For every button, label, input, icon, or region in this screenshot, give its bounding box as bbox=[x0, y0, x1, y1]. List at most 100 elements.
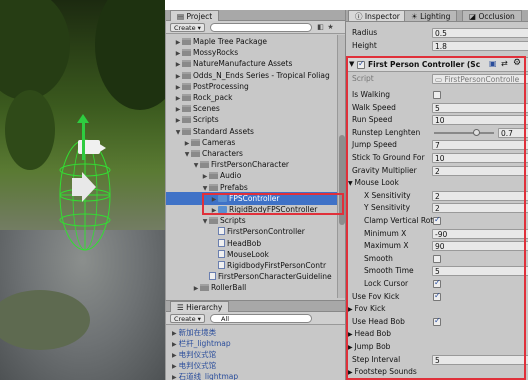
field-label: Clamp Vertical Rot bbox=[364, 214, 433, 227]
project-item-label: Audio bbox=[220, 171, 242, 181]
filter-type-icon[interactable]: ◧ bbox=[316, 23, 325, 32]
expand-arrow-right-icon[interactable]: ▶ bbox=[172, 374, 177, 380]
field-label: Maximum X bbox=[364, 239, 408, 252]
checkbox[interactable] bbox=[433, 215, 441, 225]
field-label-text: Smooth Time bbox=[364, 266, 414, 276]
project-toolbar: Create ▾ 🔍︎ ◧ ★ bbox=[166, 21, 345, 34]
field-label-text: Step Interval bbox=[352, 354, 401, 364]
create-label: Create bbox=[174, 24, 196, 32]
tab-hierarchy[interactable]: ☰ Hierarchy bbox=[170, 301, 230, 312]
project-item-label: FirstPersonCharacter bbox=[211, 160, 290, 170]
scene-view[interactable] bbox=[0, 0, 165, 380]
field-label: Stick To Ground For bbox=[352, 151, 425, 164]
hierarchy-item[interactable]: ▶ 电判仪式馆 bbox=[172, 349, 216, 360]
slider-knob[interactable] bbox=[473, 128, 480, 136]
info-icon: ⓘ bbox=[355, 12, 365, 21]
field-label-text: X Sensitivity bbox=[364, 190, 411, 200]
tab-lighting-label: Lighting bbox=[420, 12, 451, 21]
expand-arrow-right-icon[interactable]: ▶ bbox=[192, 282, 200, 295]
tab-inspector[interactable]: ⓘ Inspector bbox=[348, 10, 407, 21]
slider-value-field[interactable]: 0.7 bbox=[498, 127, 528, 138]
number-field[interactable]: 2 bbox=[432, 190, 528, 201]
folder-icon bbox=[200, 161, 209, 169]
hierarchy-item[interactable]: ▶ 石道线_lightmap bbox=[172, 371, 238, 380]
field-label: Y Sensitivity bbox=[364, 201, 410, 214]
hierarchy-item[interactable]: ▶ 新加在境类 bbox=[172, 327, 216, 338]
expand-arrow-right-icon[interactable]: ▶ bbox=[172, 363, 177, 370]
field-label-text: Walk Speed bbox=[352, 102, 396, 112]
field-label[interactable]: ▼ Mouse Look bbox=[348, 176, 399, 189]
checkbox[interactable] bbox=[433, 278, 441, 288]
checkbox[interactable] bbox=[433, 254, 441, 263]
expand-arrow-right-icon[interactable]: ▶ bbox=[172, 352, 177, 359]
field-label[interactable]: ▶ Fov Kick bbox=[348, 302, 385, 315]
folder-icon bbox=[182, 71, 191, 79]
component-enabled-checkbox[interactable] bbox=[357, 59, 365, 69]
hierarchy-search-input[interactable]: All bbox=[210, 314, 312, 323]
project-item-label: FirstPersonCharacterGuideline bbox=[218, 272, 332, 282]
star-icon[interactable]: ★ bbox=[326, 23, 335, 32]
field-label-text: Runstep Lenghten bbox=[352, 127, 421, 137]
number-field[interactable]: 90 bbox=[432, 241, 528, 252]
expand-arrow-right-icon[interactable]: ▶ bbox=[172, 341, 177, 348]
number-field[interactable]: 5 bbox=[432, 266, 528, 277]
project-item[interactable]: ▶ RollerBall bbox=[166, 281, 338, 294]
field-label: Use Fov Kick bbox=[352, 290, 399, 303]
create-dropdown-button[interactable]: Create ▾ bbox=[170, 23, 205, 32]
expand-arrow-right-icon[interactable]: ▶ bbox=[172, 330, 177, 337]
number-field[interactable]: 2 bbox=[432, 165, 528, 176]
project-scrollbar[interactable] bbox=[337, 35, 345, 298]
hierarchy-item[interactable]: ▶ 栏杆_lightmap bbox=[172, 338, 231, 349]
project-item-label: RollerBall bbox=[211, 283, 247, 293]
folder-icon bbox=[182, 82, 191, 90]
folder-icon bbox=[182, 116, 191, 124]
hierarchy-item[interactable]: ▶ 电判仪式馆 bbox=[172, 360, 216, 371]
move-gizmo-y-axis[interactable] bbox=[82, 120, 85, 160]
create-label: Create bbox=[174, 315, 196, 323]
checkbox[interactable] bbox=[433, 91, 441, 99]
number-field[interactable]: 2 bbox=[432, 203, 528, 214]
inspector-panel: ⓘ Inspector ☀ Lighting ◪ Occlusion Radiu… bbox=[345, 10, 528, 380]
height-field[interactable]: 1.8 bbox=[432, 41, 528, 51]
move-gizmo-arrowhead[interactable] bbox=[77, 114, 89, 123]
field-label-text: Jump Bob bbox=[354, 342, 391, 351]
number-field[interactable]: 5 bbox=[432, 102, 528, 113]
tab-occlusion[interactable]: ◪ Occlusion bbox=[462, 10, 522, 21]
project-item-label: FirstPersonController bbox=[227, 227, 305, 237]
number-field[interactable]: 7 bbox=[432, 140, 528, 151]
tab-lighting[interactable]: ☀ Lighting bbox=[404, 10, 458, 21]
field-label[interactable]: ▶ Jump Bob bbox=[348, 340, 390, 353]
field-label: Minimum X bbox=[364, 227, 406, 240]
tab-hierarchy-label: Hierarchy bbox=[186, 303, 223, 312]
component-header[interactable]: ▼ First Person Controller (Sc ▣ ⇄ ⚙ bbox=[346, 57, 528, 72]
folder-icon bbox=[191, 138, 200, 146]
radius-field[interactable]: 0.5 bbox=[432, 28, 528, 38]
foldout-arrow-icon[interactable]: ▼ bbox=[349, 60, 354, 68]
folder-icon bbox=[182, 60, 191, 68]
project-item-label: MossyRocks bbox=[193, 48, 239, 58]
checkbox[interactable] bbox=[433, 291, 441, 301]
tree-foliage bbox=[95, 0, 165, 110]
search-input[interactable] bbox=[210, 23, 312, 32]
tab-project[interactable]: ▤ Project bbox=[170, 10, 220, 21]
hierarchy-create-button[interactable]: Create ▾ bbox=[170, 314, 205, 323]
project-item-label: Odds_N_Ends Series - Tropical Foliag bbox=[193, 70, 330, 80]
slider-track[interactable] bbox=[434, 131, 494, 134]
preset-icon[interactable]: ⇄ bbox=[501, 59, 508, 68]
script-field[interactable]: ▭ FirstPersonControlle bbox=[432, 74, 528, 84]
field-label-text: Y Sensitivity bbox=[364, 203, 411, 213]
checkbox[interactable] bbox=[433, 316, 441, 326]
project-item-label: Characters bbox=[202, 149, 243, 158]
gear-icon[interactable]: ⚙ bbox=[513, 58, 521, 68]
number-field[interactable]: -90 bbox=[432, 228, 528, 239]
hierarchy-item-label: 电判仪式馆 bbox=[178, 361, 217, 370]
number-field[interactable]: 5 bbox=[432, 354, 528, 365]
field-label[interactable]: ▶ Head Bob bbox=[348, 327, 391, 340]
number-field[interactable]: 10 bbox=[432, 153, 528, 163]
project-item-label: Prefabs bbox=[220, 182, 248, 192]
field-label[interactable]: ▶ Footstep Sounds bbox=[348, 365, 417, 378]
reference-icon[interactable]: ▣ bbox=[489, 59, 497, 68]
field-label-text: Mouse Look bbox=[354, 178, 399, 188]
number-field[interactable]: 10 bbox=[432, 115, 528, 126]
project-item-label: PostProcessing bbox=[193, 81, 249, 91]
